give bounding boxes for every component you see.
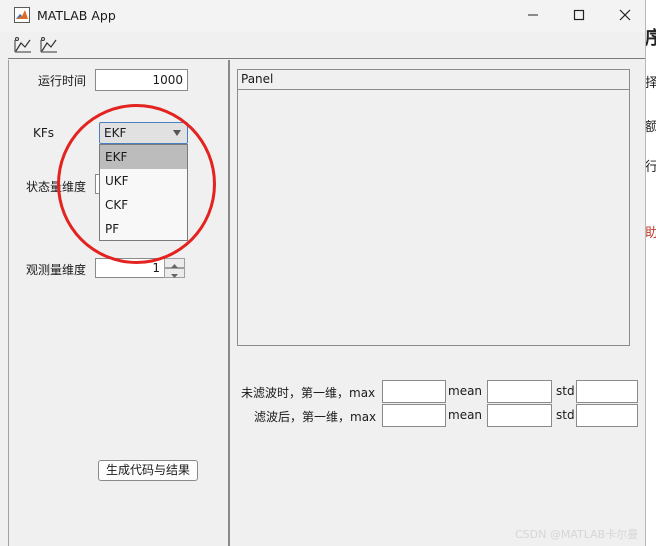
filtered-max-field[interactable] xyxy=(382,404,446,427)
minimize-icon xyxy=(528,14,538,16)
background-text: 行 xyxy=(645,160,656,175)
background-text: 额 xyxy=(645,120,656,135)
background-text: 择 xyxy=(645,76,656,91)
watermark: CSDN @MATLAB卡尔曼 xyxy=(515,528,639,541)
filtered-row-label: 滤波后，第一维，max xyxy=(254,410,377,424)
plot-icon[interactable] xyxy=(12,35,34,55)
kfs-label: KFs xyxy=(33,126,55,140)
unfiltered-mean-field[interactable] xyxy=(487,380,552,403)
annotation-circle xyxy=(57,104,216,264)
background-text: 助 xyxy=(645,226,656,241)
panel-title: Panel xyxy=(241,72,274,86)
left-frame xyxy=(8,60,9,546)
obs-dim-label: 观测量维度 xyxy=(26,263,87,277)
close-button[interactable] xyxy=(602,0,648,30)
plot-icon[interactable] xyxy=(38,35,60,55)
window-title: MATLAB App xyxy=(37,8,116,23)
maximize-button[interactable] xyxy=(556,0,602,30)
matlab-logo-icon xyxy=(14,7,30,23)
spinner-up-button[interactable] xyxy=(164,258,185,268)
close-icon xyxy=(619,9,631,21)
plot-panel: Panel xyxy=(237,69,630,346)
generate-code-button[interactable]: 生成代码与结果 xyxy=(98,460,198,481)
chevron-down-icon xyxy=(171,274,178,278)
unfiltered-std-field[interactable] xyxy=(576,380,638,403)
matlab-app-window: MATLAB App 运行时间 1000 KFs EKF 状态量维度 观测量维度… xyxy=(0,0,646,546)
unfiltered-max-field[interactable] xyxy=(382,380,446,403)
title-bar: MATLAB App xyxy=(0,0,645,32)
maximize-icon xyxy=(573,9,585,21)
spinner-down-button[interactable] xyxy=(164,268,185,278)
run-time-input[interactable]: 1000 xyxy=(95,69,188,91)
filtered-mean-label: mean xyxy=(448,408,483,422)
filtered-std-field[interactable] xyxy=(576,404,638,427)
unfiltered-row-label: 未滤波时，第一维，max xyxy=(241,386,376,400)
unfiltered-mean-label: mean xyxy=(448,384,483,398)
obs-dim-spinner xyxy=(164,258,185,278)
minimize-button[interactable] xyxy=(510,0,556,30)
filtered-mean-field[interactable] xyxy=(487,404,552,427)
run-time-label: 运行时间 xyxy=(38,74,87,88)
panel-splitter[interactable] xyxy=(228,60,230,546)
toolbar xyxy=(8,32,645,58)
panel-title-separator xyxy=(238,89,629,90)
